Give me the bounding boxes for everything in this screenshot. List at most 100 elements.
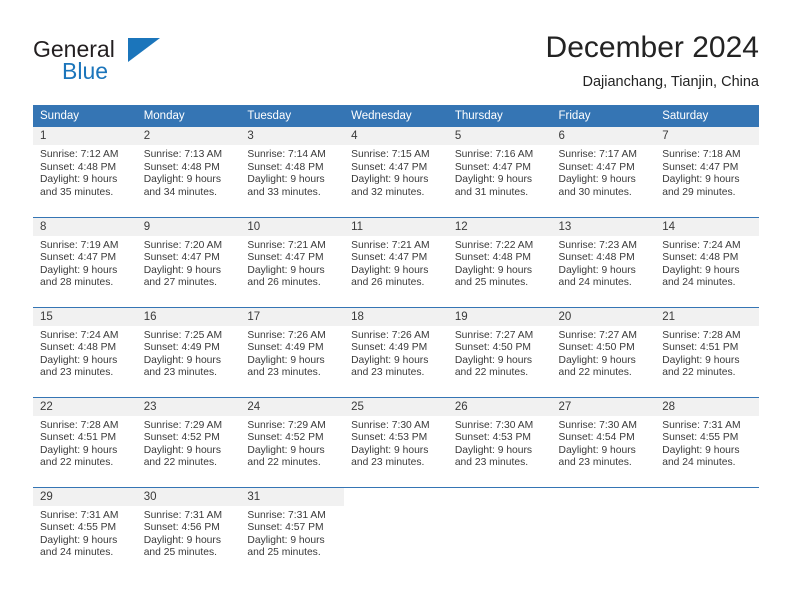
calendar-day-cell[interactable]: 14 Sunrise: 7:24 AM Sunset: 4:48 PM Dayligh…: [655, 216, 759, 307]
calendar-day-cell[interactable]: 31 Sunrise: 7:31 AM Sunset: 4:57 PM Dayligh…: [240, 486, 345, 577]
calendar-day-cell[interactable]: 1 Sunrise: 7:12 AM Sunset: 4:48 PM Daylight…: [33, 127, 137, 217]
sunrise-time: Sunrise: 7:17 AM: [558, 149, 637, 160]
daylight-duration-line1: Daylight: 9 hours: [558, 174, 636, 186]
daylight-duration-line1: Daylight: 9 hours: [454, 444, 533, 456]
daylight-duration-line2: and 23 minutes.: [558, 457, 632, 469]
day-details: Sunrise: 7:21 AM Sunset: 4:47 PM Daylight:…: [344, 236, 448, 290]
sunset-time: Sunset: 4:48 PM: [143, 161, 220, 173]
calendar-day-cell[interactable]: 15 Sunrise: 7:24 AM Sunset: 4:48 PM Dayligh…: [33, 306, 137, 397]
sunset-time: Sunset: 4:53 PM: [454, 432, 531, 444]
calendar-day-cell[interactable]: 6 Sunrise: 7:17 AM Sunset: 4:47 PM Daylight…: [551, 127, 656, 217]
calendar-table: Sunday Monday Tuesday Wednesday Thursday Frid…: [33, 105, 759, 577]
sunset-time: Sunset: 4:48 PM: [40, 161, 117, 173]
day-number: 9: [136, 217, 241, 236]
calendar-page: General Blue December 2024 Dajianchang, …: [0, 0, 792, 612]
calendar-day-cell[interactable]: 24 Sunrise: 7:29 AM Sunset: 4:52 PM Dayligh…: [240, 396, 345, 487]
day-details: Sunrise: 7:15 AM Sunset: 4:47 PM Daylight:…: [344, 145, 448, 199]
day-number: 5: [447, 127, 552, 145]
day-number: 30: [136, 487, 241, 506]
calendar-day-cell[interactable]: 16 Sunrise: 7:25 AM Sunset: 4:49 PM Dayligh…: [136, 306, 241, 397]
calendar-day-cell[interactable]: 21 Sunrise: 7:28 AM Sunset: 4:51 PM Dayligh…: [655, 306, 759, 397]
day-number: 17: [240, 307, 345, 326]
daylight-duration-line1: Daylight: 9 hours: [351, 354, 429, 366]
sunrise-time: Sunrise: 7:29 AM: [247, 419, 326, 431]
daylight-duration-line1: Daylight: 9 hours: [454, 354, 533, 366]
calendar-day-cell[interactable]: 19 Sunrise: 7:27 AM Sunset: 4:50 PM Dayligh…: [447, 306, 552, 397]
sunset-time: Sunset: 4:47 PM: [662, 161, 739, 173]
sunrise-time: Sunrise: 7:27 AM: [558, 329, 637, 341]
calendar-day-cell[interactable]: 23 Sunrise: 7:29 AM Sunset: 4:52 PM Dayligh…: [136, 396, 241, 487]
daylight-duration-line1: Daylight: 9 hours: [454, 264, 533, 276]
sunrise-time: Sunrise: 7:31 AM: [662, 419, 741, 431]
calendar-day-cell[interactable]: 5 Sunrise: 7:16 AM Sunset: 4:47 PM Daylight…: [447, 127, 552, 217]
sunset-time: Sunset: 4:48 PM: [247, 161, 324, 173]
calendar-week-row: 1 Sunrise: 7:12 AM Sunset: 4:48 PM Daylight…: [33, 127, 759, 217]
calendar-day-cell[interactable]: 25 Sunrise: 7:30 AM Sunset: 4:53 PM Dayligh…: [344, 396, 448, 487]
daylight-duration-line2: and 26 minutes.: [351, 277, 425, 289]
day-details: Sunrise: 7:31 AM Sunset: 4:56 PM Daylight:…: [137, 506, 241, 560]
page-header: General Blue December 2024 Dajianchang, …: [33, 30, 759, 98]
day-details: Sunrise: 7:14 AM Sunset: 4:48 PM Daylight:…: [240, 145, 344, 199]
day-number: 6: [551, 127, 656, 145]
sunrise-time: Sunrise: 7:31 AM: [247, 509, 326, 521]
day-number: 16: [136, 307, 241, 326]
triangle-flag-icon: [128, 38, 160, 62]
calendar-day-cell[interactable]: 3 Sunrise: 7:14 AM Sunset: 4:48 PM Daylight…: [240, 127, 345, 217]
day-number: 14: [655, 217, 759, 236]
day-details: Sunrise: 7:28 AM Sunset: 4:51 PM Daylight:…: [33, 416, 137, 470]
calendar-day-cell[interactable]: 9 Sunrise: 7:20 AM Sunset: 4:47 PM Daylight…: [136, 216, 241, 307]
calendar-day-cell[interactable]: 30 Sunrise: 7:31 AM Sunset: 4:56 PM Dayligh…: [136, 486, 241, 577]
daylight-duration-line2: and 31 minutes.: [454, 186, 529, 198]
day-number: [447, 487, 552, 506]
sunrise-time: Sunrise: 7:19 AM: [40, 239, 119, 251]
sunset-time: Sunset: 4:47 PM: [143, 252, 220, 264]
calendar-day-cell[interactable]: 8 Sunrise: 7:19 AM Sunset: 4:47 PM Daylight…: [33, 216, 137, 307]
calendar-day-cell[interactable]: 18 Sunrise: 7:26 AM Sunset: 4:49 PM Dayligh…: [344, 306, 448, 397]
calendar-day-cell[interactable]: 27 Sunrise: 7:30 AM Sunset: 4:54 PM Dayligh…: [551, 396, 656, 487]
calendar-day-cell[interactable]: 4 Sunrise: 7:15 AM Sunset: 4:47 PM Daylight…: [344, 127, 448, 217]
daylight-duration-line1: Daylight: 9 hours: [247, 534, 325, 546]
calendar-day-cell[interactable]: 29 Sunrise: 7:31 AM Sunset: 4:55 PM Dayligh…: [33, 486, 137, 577]
daylight-duration-line1: Daylight: 9 hours: [143, 264, 221, 276]
daylight-duration-line2: and 28 minutes.: [40, 277, 114, 289]
day-details: Sunrise: 7:29 AM Sunset: 4:52 PM Daylight:…: [240, 416, 344, 470]
day-details: Sunrise: 7:30 AM Sunset: 4:53 PM Daylight:…: [344, 416, 448, 470]
sunrise-time: Sunrise: 7:28 AM: [40, 419, 119, 431]
calendar-day-cell[interactable]: 17 Sunrise: 7:26 AM Sunset: 4:49 PM Dayligh…: [240, 306, 345, 397]
day-details: Sunrise: 7:30 AM Sunset: 4:54 PM Daylight:…: [552, 416, 656, 470]
daylight-duration-line1: Daylight: 9 hours: [143, 354, 221, 366]
daylight-duration-line2: and 26 minutes.: [247, 277, 321, 289]
daylight-duration-line1: Daylight: 9 hours: [351, 264, 429, 276]
day-number: [551, 487, 656, 506]
daylight-duration-line1: Daylight: 9 hours: [351, 444, 429, 456]
sunrise-time: Sunrise: 7:30 AM: [351, 419, 430, 431]
day-number: 22: [33, 397, 137, 416]
weekday-header-friday: Friday: [551, 105, 656, 127]
daylight-duration-line1: Daylight: 9 hours: [351, 174, 429, 186]
daylight-duration-line1: Daylight: 9 hours: [143, 174, 221, 186]
general-blue-logo[interactable]: General Blue: [33, 36, 193, 92]
calendar-day-cell[interactable]: 10 Sunrise: 7:21 AM Sunset: 4:47 PM Dayligh…: [240, 216, 345, 307]
daylight-duration-line2: and 35 minutes.: [40, 186, 114, 198]
day-details: Sunrise: 7:27 AM Sunset: 4:50 PM Daylight:…: [448, 326, 552, 380]
calendar-day-cell[interactable]: 7 Sunrise: 7:18 AM Sunset: 4:47 PM Daylight…: [655, 127, 759, 217]
calendar-day-cell[interactable]: 12 Sunrise: 7:22 AM Sunset: 4:48 PM Dayligh…: [447, 216, 552, 307]
calendar-day-cell[interactable]: 11 Sunrise: 7:21 AM Sunset: 4:47 PM Dayligh…: [344, 216, 448, 307]
calendar-day-cell[interactable]: 20 Sunrise: 7:27 AM Sunset: 4:50 PM Dayligh…: [551, 306, 656, 397]
sunset-time: Sunset: 4:47 PM: [558, 161, 635, 173]
sunrise-time: Sunrise: 7:26 AM: [351, 329, 430, 341]
calendar-day-cell-empty: [447, 486, 552, 577]
daylight-duration-line1: Daylight: 9 hours: [662, 444, 740, 456]
sunset-time: Sunset: 4:55 PM: [662, 432, 739, 444]
sunset-time: Sunset: 4:47 PM: [454, 161, 531, 173]
calendar-day-cell[interactable]: 22 Sunrise: 7:28 AM Sunset: 4:51 PM Dayligh…: [33, 396, 137, 487]
calendar-day-cell[interactable]: 26 Sunrise: 7:30 AM Sunset: 4:53 PM Dayligh…: [447, 396, 552, 487]
calendar-day-cell[interactable]: 28 Sunrise: 7:31 AM Sunset: 4:55 PM Dayligh…: [655, 396, 759, 487]
daylight-duration-line2: and 24 minutes.: [40, 547, 114, 559]
day-number: 12: [447, 217, 552, 236]
sunrise-time: Sunrise: 7:18 AM: [662, 149, 741, 160]
calendar-header-row: Sunday Monday Tuesday Wednesday Thursday Frid…: [33, 105, 759, 127]
calendar-day-cell[interactable]: 13 Sunrise: 7:23 AM Sunset: 4:48 PM Dayligh…: [551, 216, 656, 307]
daylight-duration-line2: and 23 minutes.: [143, 367, 217, 379]
calendar-day-cell[interactable]: 2 Sunrise: 7:13 AM Sunset: 4:48 PM Daylight…: [136, 127, 241, 217]
